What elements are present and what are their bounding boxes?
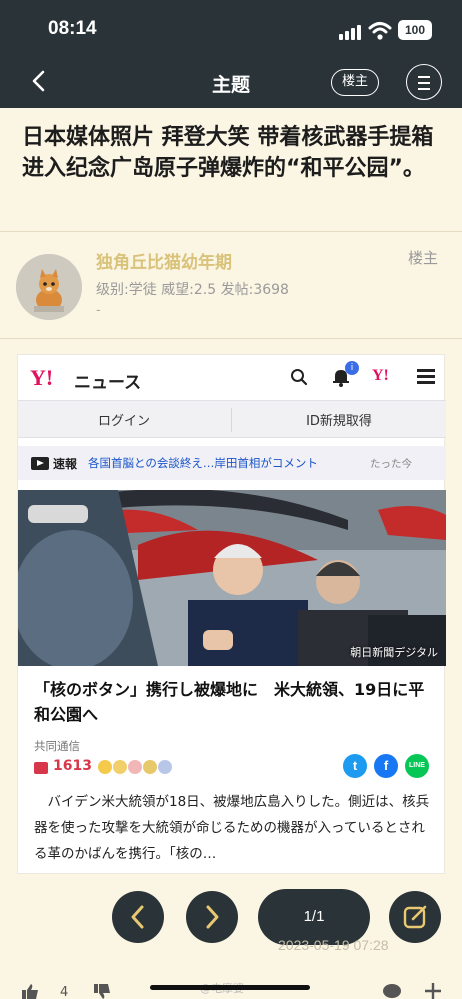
author-signature: - xyxy=(96,303,101,318)
login-link: ログイン xyxy=(97,414,150,429)
news-photo-image xyxy=(18,490,446,666)
reaction-icons xyxy=(98,759,176,775)
battery-icon: 100 xyxy=(398,20,432,40)
notification-badge: i xyxy=(345,361,359,375)
breaking-news-bar: 速報 各国首脳との会談終え…岸田首相がコメント たった今 xyxy=(18,446,446,480)
home-indicator xyxy=(150,985,310,990)
next-page-button[interactable] xyxy=(186,891,238,943)
search-icon xyxy=(291,369,308,386)
yahoo-logo: Y! xyxy=(30,365,54,390)
menu-button[interactable] xyxy=(406,64,442,100)
breaking-time: たった今 xyxy=(370,458,412,470)
avatar[interactable] xyxy=(16,254,82,320)
op-tag: 楼主 xyxy=(408,249,439,267)
facebook-icon: f xyxy=(374,754,398,778)
divider xyxy=(0,338,462,339)
yahoo-small-logo: Y! xyxy=(372,367,389,384)
chevron-right-icon xyxy=(206,905,219,929)
photo-credit: 朝日新聞デジタル xyxy=(350,646,438,659)
reply-button[interactable] xyxy=(389,891,441,943)
wifi-icon xyxy=(368,22,392,40)
twitter-icon: t xyxy=(343,754,367,778)
status-time: 08:14 xyxy=(48,18,97,39)
chevron-left-icon xyxy=(131,905,144,929)
like-count: 4 xyxy=(60,985,69,999)
yahoo-header: Y! ニュース i Y! xyxy=(18,355,446,400)
news-body: バイデン米大統領が18日、被爆地広島入りした。側近は、核兵器を使った攻撃を大統領… xyxy=(34,794,430,862)
divider xyxy=(0,231,462,232)
thumbs-up-icon[interactable] xyxy=(20,984,40,999)
video-icon xyxy=(31,457,49,470)
login-row: ログイン ID新規取得 xyxy=(18,400,446,438)
comment-icon xyxy=(34,762,48,774)
top-bar: 08:14 100 主题 楼主 xyxy=(0,0,462,108)
cat-avatar-image xyxy=(16,254,82,320)
edit-icon xyxy=(403,905,427,929)
embedded-screenshot[interactable]: Y! ニュース i Y! ログイン ID新規取得 速報 各国首脳との会談終え…岸… xyxy=(17,354,446,874)
comment-bubble-icon[interactable] xyxy=(382,984,402,999)
page-title: 主题 xyxy=(211,74,250,96)
signal-icon xyxy=(339,24,363,40)
hamburger-icon xyxy=(417,369,435,385)
register-link: ID新規取得 xyxy=(306,414,372,429)
previous-page-button[interactable] xyxy=(112,891,164,943)
author-meta: 级别:学徒 威望:2.5 发帖:3698 xyxy=(96,282,289,298)
only-op-button[interactable]: 楼主 xyxy=(331,69,379,96)
post-timestamp: 2023-05-19 07:28 xyxy=(278,937,389,953)
news-source: 共同通信 xyxy=(34,739,80,753)
breaking-text: 各国首脳との会談終え…岸田首相がコメント xyxy=(88,456,318,470)
breaking-label: 速報 xyxy=(53,457,78,471)
post-title: 日本媒体照片 拜登大笑 带着核武器手提箱进入纪念广岛原子弹爆炸的“和平公园”。 xyxy=(22,125,434,181)
yahoo-news-title: ニュース xyxy=(74,373,142,393)
comment-count: 1613 xyxy=(53,758,92,774)
author-name[interactable]: 独角丘比猫幼年期 xyxy=(96,248,232,273)
line-icon: LINE xyxy=(405,754,429,778)
news-photo: 朝日新聞デジタル xyxy=(18,490,446,666)
plus-icon[interactable] xyxy=(424,982,442,999)
thumbs-down-icon[interactable] xyxy=(92,984,112,999)
news-headline: 「核のボタン」携行し被爆地に 米大統領、19日に平和公園へ xyxy=(34,680,425,724)
